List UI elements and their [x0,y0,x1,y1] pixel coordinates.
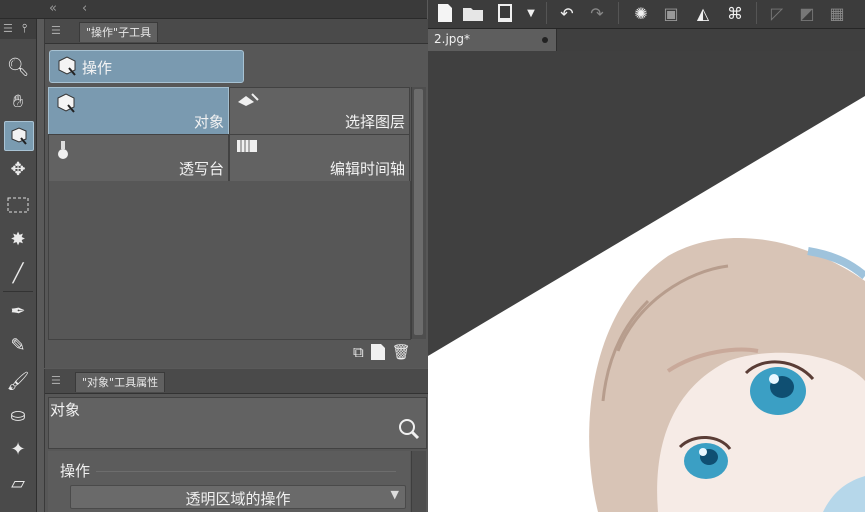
collapse-left-icon[interactable]: « [49,1,57,16]
document-tab-bar: 2.jpg* [428,29,865,51]
eraser-icon[interactable]: ▱ [4,469,32,497]
timeline-icon [236,139,258,157]
sub-tool-panel-header: ☰ "操作"子工具 [45,19,428,44]
left-top-strip: « ‹ [0,0,427,19]
chevron-left-icon[interactable]: ‹ [82,1,87,16]
toolbox: ☰ ⫯ 🔍︎ ✋︎ ✥ ✸ ╱ ✒︎ ✎ 🖌︎ ⛀ ✦ ▱ [0,19,37,512]
decoration-icon[interactable]: ✦ [4,435,32,463]
canvas-area[interactable] [428,51,865,512]
selection-transform-icon[interactable]: ⌘ [724,2,746,24]
cube-select-icon [56,55,78,81]
menu-icon[interactable]: ☰ [3,22,13,35]
artwork [428,96,865,512]
pen-nib-icon: ⫯ [22,21,28,35]
flip-icon[interactable]: ◩ [796,2,818,24]
cube-select-icon [55,92,77,118]
document-tab-name: 2.jpg* [434,32,471,46]
save-device-icon[interactable] [494,2,516,24]
fill-bucket-icon[interactable]: ◭ [692,2,714,24]
sparkle-dots-icon[interactable]: ✺ [630,2,652,24]
section-label: 操作 [60,462,91,480]
tool-property-title-box: 对象 [48,397,427,449]
new-sub-tool-icon[interactable] [370,343,386,365]
crop-icon[interactable]: ◸ [766,2,788,24]
sub-tool-label: 选择图层 [344,113,405,131]
sub-tool-label: 透写台 [178,160,224,178]
transform-icon[interactable]: ▣ [660,2,682,24]
zoom-tool-icon[interactable]: 🔍︎ [4,53,32,81]
grid-icon[interactable]: ▦ [826,2,848,24]
sub-tool-edit-timeline[interactable]: 编辑时间轴 [229,134,410,182]
hand-tool-icon[interactable]: ✋︎ [4,87,32,115]
property-scrollbar[interactable] [411,451,426,512]
tool-property-tab[interactable]: "对象"工具属性 [75,372,166,392]
open-folder-icon[interactable] [462,2,484,24]
sub-tool-tab[interactable]: "操作"子工具 [79,22,159,42]
modified-dot-icon[interactable] [542,37,548,43]
move-layer-icon[interactable]: ✥ [4,155,32,183]
tool-property-header: ☰ "对象"工具属性 [45,369,428,394]
panel-menu-icon[interactable]: ☰ [51,24,65,37]
new-file-icon[interactable] [434,2,456,24]
dropdown-caret-icon[interactable]: ▼ [520,2,542,24]
chevron-down-icon: ▼ [390,488,399,501]
brush-icon[interactable]: 🖌︎ [4,367,32,395]
transparent-area-dropdown[interactable]: 透明区域的操作 ▼ [70,485,406,509]
undo-icon[interactable]: ↶ [556,2,578,24]
copy-sub-tool-icon[interactable]: ⧉ [353,343,364,365]
layer-select-icon [236,92,260,112]
dropdown-value: 透明区域的操作 [185,490,291,508]
tool-property-panel: ☰ "对象"工具属性 对象 操作 透明区域的操作 ▼ [44,369,428,512]
sub-tool-label: 对象 [193,113,224,131]
lightbox-icon [55,139,71,165]
tool-property-tab-title: "对象"工具属性 [82,376,159,389]
magic-wand-icon[interactable]: ✸ [4,225,32,253]
sub-tool-scrollbar[interactable] [411,87,426,339]
sub-tool-group-label: 操作 [82,59,113,77]
command-bar: ▼ ↶ ↷ ✺ ▣ ◭ ⌘ ◸ ◩ ▦ [428,0,865,29]
redo-icon[interactable]: ↷ [586,2,608,24]
operation-tool-icon[interactable] [4,121,34,151]
sub-tool-select-layer[interactable]: 选择图层 [229,87,410,135]
airbrush-icon[interactable]: ⛀ [4,401,32,429]
eyedropper-icon[interactable]: ╱ [4,259,32,287]
panel-menu-icon[interactable]: ☰ [51,374,65,387]
sub-tool-panel: ☰ "操作"子工具 操作 对象 选择图层 透写台 编辑时间轴 ⧉ 🗑︎ [44,19,428,368]
document-tab[interactable]: 2.jpg* [428,29,557,51]
sub-tool-tab-title: "操作"子工具 [86,26,152,39]
sub-tool-object[interactable]: 对象 [48,87,229,135]
tool-property-body: 操作 透明区域的操作 ▼ [48,451,410,512]
sub-tool-group-operation[interactable]: 操作 [49,50,244,83]
delete-sub-tool-icon[interactable]: 🗑︎ [392,343,411,365]
tool-property-title: 对象 [50,401,81,419]
pen-icon[interactable]: ✒︎ [4,297,32,325]
pencil-icon[interactable]: ✎ [4,331,32,359]
wrench-search-icon[interactable] [398,418,420,444]
sub-tool-label: 编辑时间轴 [329,160,405,178]
sub-tool-lightbox[interactable]: 透写台 [48,134,229,182]
marquee-selection-icon[interactable] [4,191,32,219]
